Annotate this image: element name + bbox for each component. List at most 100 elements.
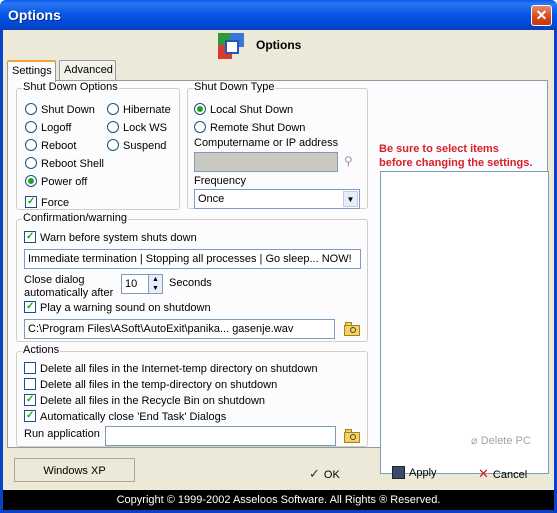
delete-temp-label: Delete all files in the temp-directory o…: [40, 379, 278, 391]
frequency-select[interactable]: Once ▼: [194, 189, 360, 209]
options-window: Options ✕ Options Settings Advanced Shut…: [0, 0, 557, 513]
ok-button[interactable]: ✓ OK: [309, 461, 340, 483]
radio-suspend-label: Suspend: [123, 140, 167, 152]
seconds-input[interactable]: 10: [121, 274, 149, 294]
close-end-task-checkbox[interactable]: Automatically close 'End Task' Dialogs: [24, 410, 226, 424]
sound-label: Play a warning sound on shutdown: [40, 302, 211, 314]
shutdown-options-group: Shut Down Options Shut Down Logoff Reboo…: [16, 81, 180, 210]
copyright-footer: Copyright © 1999-2002 Asseloos Software.…: [3, 490, 554, 510]
apply-button[interactable]: Apply: [392, 461, 437, 483]
frequency-label: Frequency: [194, 175, 246, 187]
force-label: Force: [41, 197, 70, 209]
radio-reboot-shell[interactable]: Reboot Shell: [25, 157, 104, 171]
shutdown-options-legend: Shut Down Options: [22, 81, 119, 93]
delete-recycle-bin-label: Delete all files in the Recycle Bin on s…: [40, 395, 266, 407]
radio-icon: [25, 157, 37, 169]
radio-icon: [107, 103, 119, 115]
force-checkbox[interactable]: Force: [25, 196, 69, 210]
ok-label: OK: [323, 469, 340, 481]
close-end-task-label: Automatically close 'End Task' Dialogs: [40, 411, 227, 423]
delete-internet-temp-label: Delete all files in the Internet-temp di…: [40, 363, 318, 375]
radio-logoff-label: Logoff: [41, 122, 72, 134]
radio-reboot-label: Reboot: [41, 140, 77, 152]
radio-icon: [25, 139, 37, 151]
close-dialog-label-line2: automatically after: [24, 287, 114, 299]
window-title: Options: [8, 7, 61, 23]
close-button[interactable]: ✕: [531, 5, 552, 26]
checkbox-checked-icon: [24, 410, 36, 422]
radio-icon: [194, 121, 206, 133]
browse-sound-folder-icon[interactable]: [344, 322, 360, 336]
tab-settings[interactable]: Settings: [7, 60, 56, 82]
dialog-client: Options Settings Advanced Shut Down Opti…: [3, 30, 554, 510]
radio-icon: [107, 139, 119, 151]
checkbox-checked-icon: [24, 231, 36, 243]
tab-advanced[interactable]: Advanced: [59, 60, 116, 81]
radio-hibernate[interactable]: Hibernate: [107, 103, 171, 117]
radio-icon: [25, 103, 37, 115]
radio-power-off[interactable]: Power off: [25, 175, 87, 189]
checkbox-checked-icon: [24, 394, 36, 406]
sound-checkbox[interactable]: Play a warning sound on shutdown: [24, 301, 211, 315]
seconds-spinner[interactable]: ▲ ▼: [148, 274, 163, 294]
actions-group: Actions Delete all files in the Internet…: [16, 344, 368, 447]
radio-reboot[interactable]: Reboot: [25, 139, 76, 153]
delete-internet-temp-checkbox[interactable]: Delete all files in the Internet-temp di…: [24, 362, 318, 376]
network-search-icon[interactable]: ⚲: [344, 154, 353, 168]
computername-input[interactable]: [194, 152, 338, 172]
checkmark-icon: ✓: [309, 466, 320, 481]
spin-up-icon[interactable]: ▲: [152, 276, 159, 283]
warn-label: Warn before system shuts down: [40, 232, 197, 244]
confirmation-legend: Confirmation/warning: [22, 212, 128, 224]
title-bar[interactable]: Options ✕: [0, 0, 557, 30]
delete-temp-checkbox[interactable]: Delete all files in the temp-directory o…: [24, 378, 277, 392]
delete-pc-button[interactable]: ⌀ Delete PC: [471, 434, 531, 447]
computername-label: Computername or IP address: [194, 137, 339, 149]
run-application-label: Run application: [24, 428, 100, 440]
checkbox-checked-icon: [25, 196, 37, 208]
radio-lock-ws[interactable]: Lock WS: [107, 121, 167, 135]
run-application-input[interactable]: [105, 426, 336, 446]
cancel-label: Cancel: [492, 469, 528, 481]
radio-power-off-label: Power off: [41, 176, 88, 188]
checkbox-checked-icon: [24, 301, 36, 313]
radio-hibernate-label: Hibernate: [123, 104, 171, 116]
delete-recycle-bin-checkbox[interactable]: Delete all files in the Recycle Bin on s…: [24, 394, 265, 408]
checkbox-icon: [24, 378, 36, 390]
radio-remote-label: Remote Shut Down: [210, 122, 306, 134]
radio-lock-ws-label: Lock WS: [123, 122, 168, 134]
radio-shut-down-label: Shut Down: [41, 104, 95, 116]
warn-checkbox[interactable]: Warn before system shuts down: [24, 231, 197, 245]
pc-listbox[interactable]: [380, 171, 549, 474]
radio-local-shut-down[interactable]: Local Shut Down: [194, 103, 293, 117]
shutdown-type-legend: Shut Down Type: [193, 81, 276, 93]
cancel-button[interactable]: ✕ Cancel: [478, 461, 527, 483]
radio-icon: [25, 121, 37, 133]
radio-suspend[interactable]: Suspend: [107, 139, 166, 153]
dropdown-arrow-icon[interactable]: ▼: [343, 191, 358, 207]
shutdown-type-group: Shut Down Type Local Shut Down Remote Sh…: [187, 81, 368, 209]
apply-label: Apply: [409, 467, 437, 479]
radio-shut-down[interactable]: Shut Down: [25, 103, 95, 117]
browse-application-folder-icon[interactable]: [344, 429, 360, 443]
selection-warning: Be sure to select items before changing …: [379, 142, 532, 170]
cancel-x-icon: ✕: [478, 466, 489, 481]
spin-down-icon[interactable]: ▼: [152, 285, 159, 292]
radio-reboot-shell-label: Reboot Shell: [41, 158, 104, 170]
warning-line-2: before changing the settings.: [379, 157, 533, 169]
radio-selected-icon: [25, 175, 37, 187]
radio-selected-icon: [194, 103, 206, 115]
floppy-disk-icon: [392, 466, 405, 479]
radio-remote-shut-down[interactable]: Remote Shut Down: [194, 121, 305, 135]
close-dialog-label-line1: Close dialog: [24, 274, 85, 286]
delete-pc-label: Delete PC: [480, 435, 531, 447]
header-title: Options: [256, 38, 302, 52]
radio-logoff[interactable]: Logoff: [25, 121, 71, 135]
warning-message-input[interactable]: Immediate termination | Stopping all pro…: [24, 249, 361, 269]
eraser-icon: ⌀: [471, 435, 478, 447]
os-status: Windows XP: [14, 458, 135, 482]
frequency-value: Once: [198, 193, 225, 205]
radio-local-label: Local Shut Down: [210, 104, 294, 116]
warning-line-1: Be sure to select items: [379, 143, 499, 155]
sound-path-input[interactable]: C:\Program Files\ASoft\AutoExit\panika..…: [24, 319, 335, 339]
